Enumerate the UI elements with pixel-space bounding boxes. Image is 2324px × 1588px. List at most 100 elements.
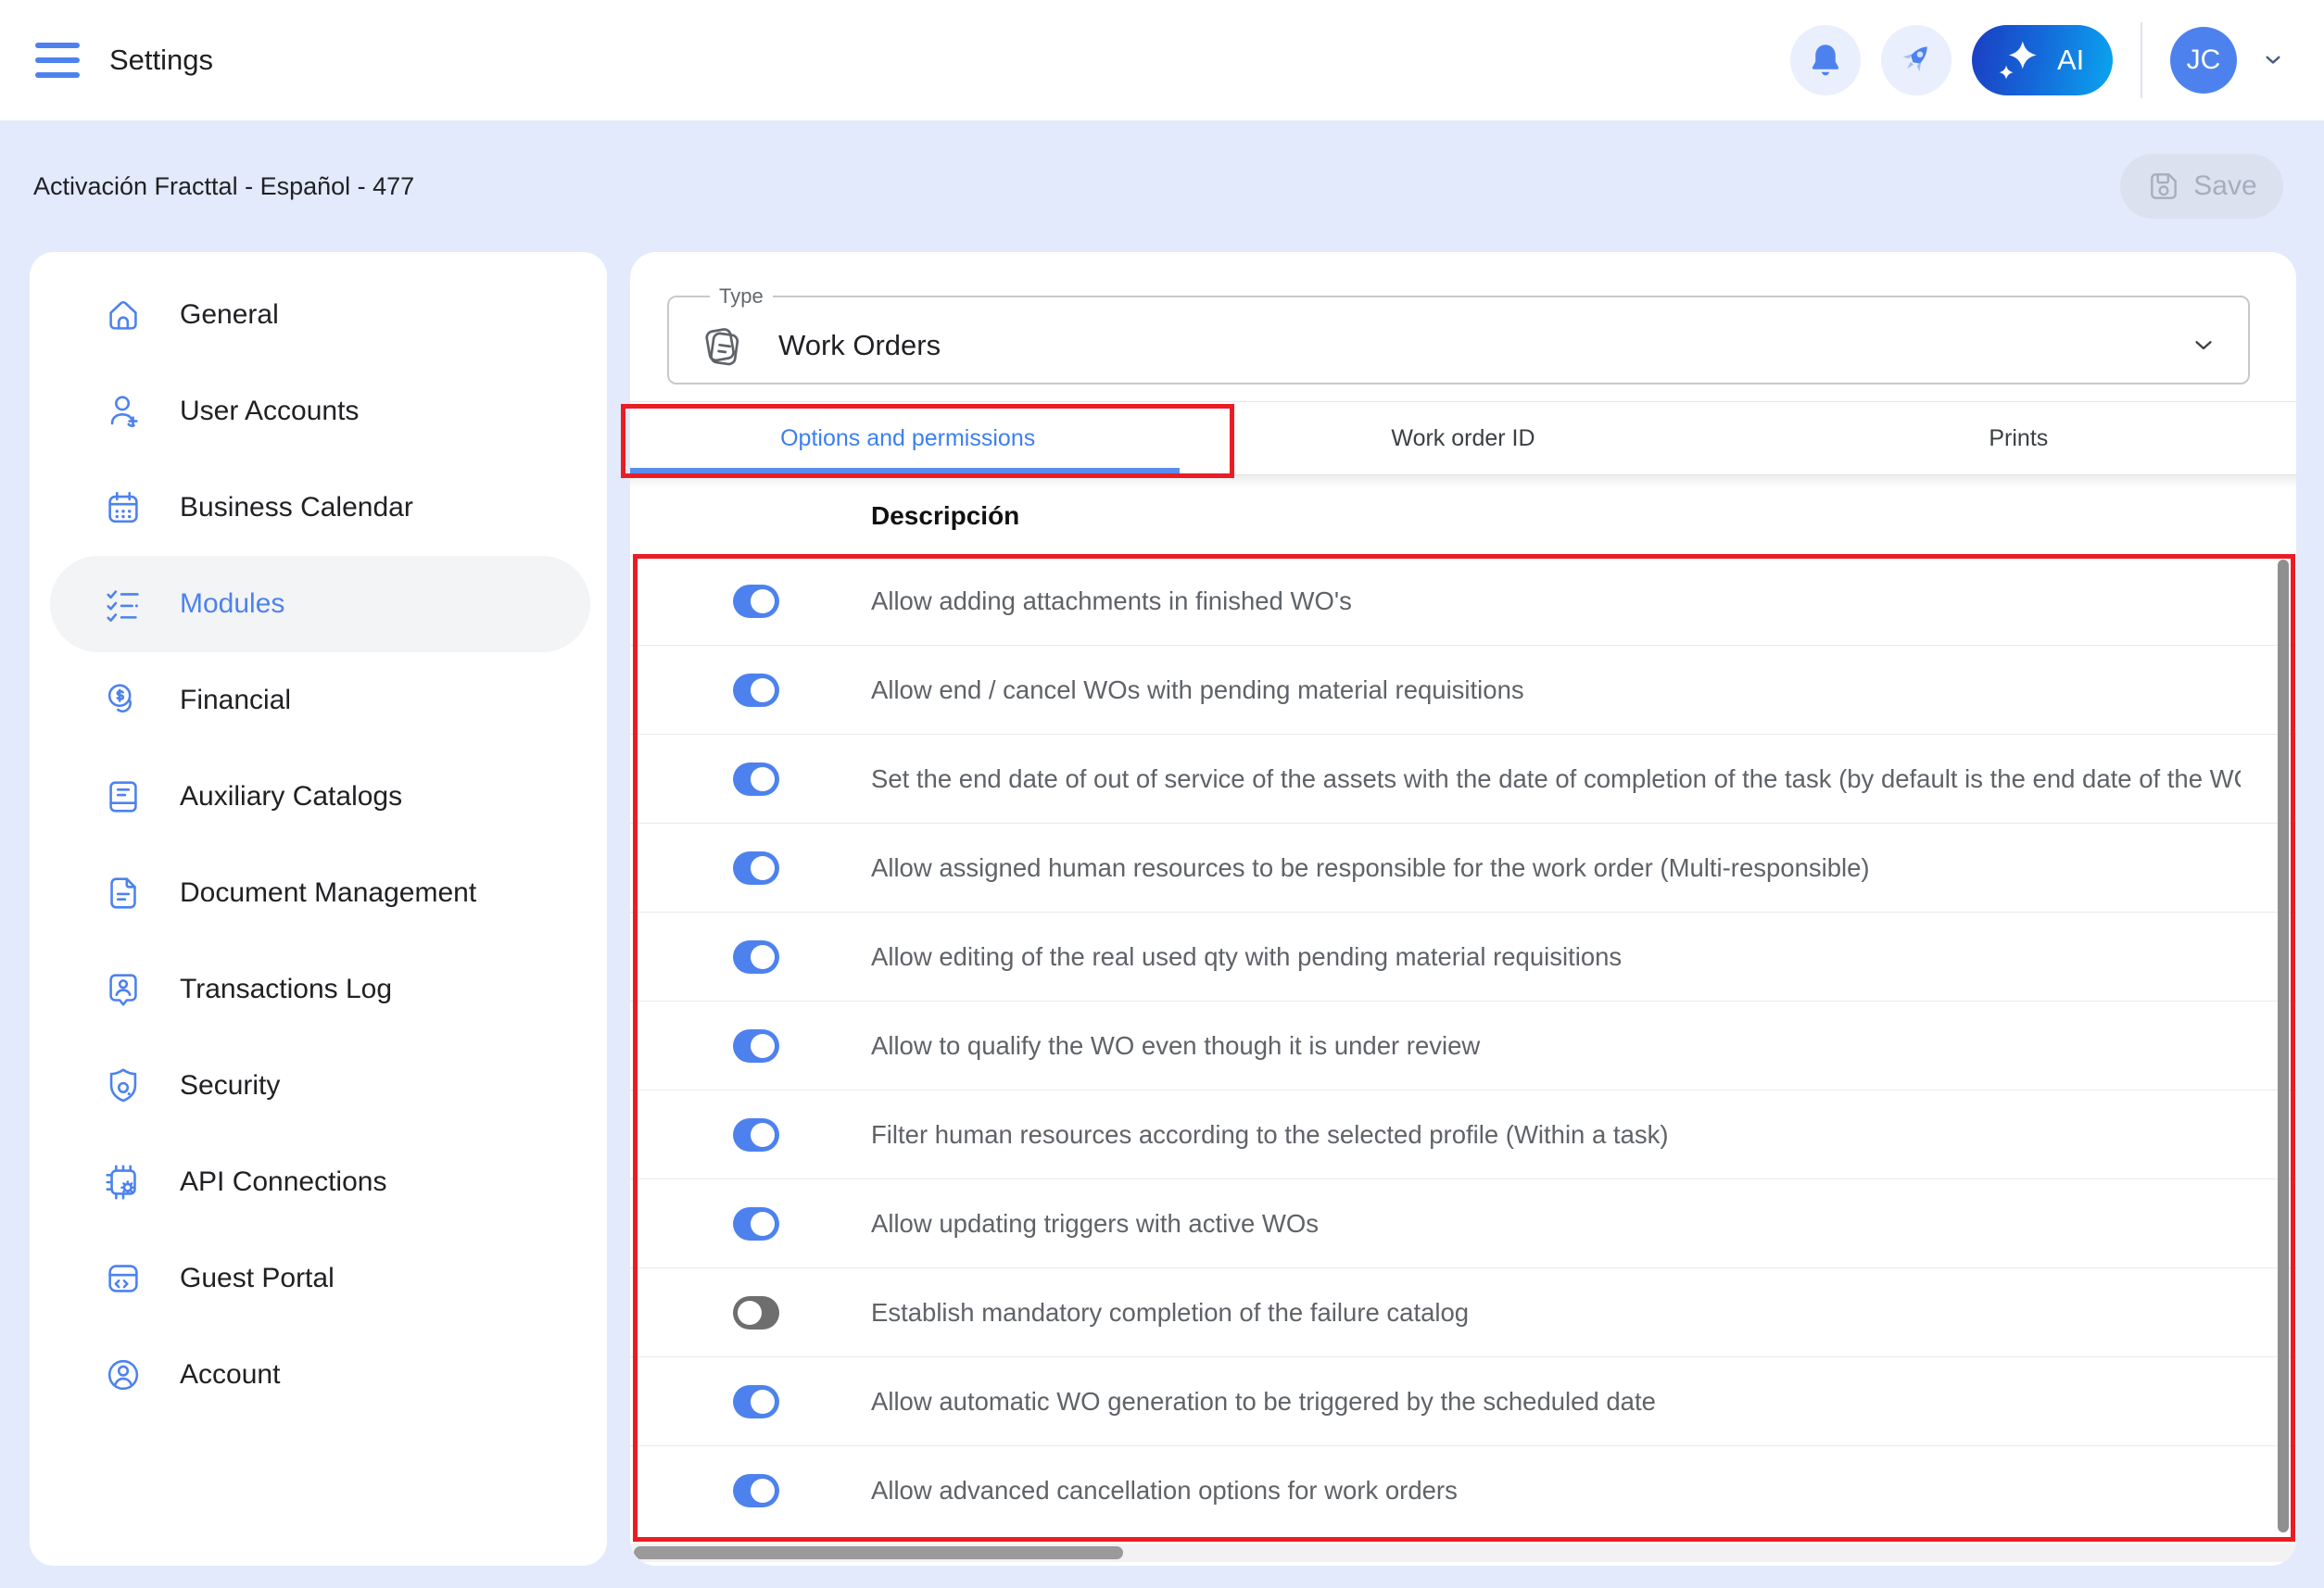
settings-sidebar: General User Accounts Business Calendar … bbox=[30, 252, 607, 1566]
tab-work-order-id[interactable]: Work order ID bbox=[1185, 402, 1740, 474]
sidebar-item-modules[interactable]: Modules bbox=[50, 556, 590, 652]
user-add-icon bbox=[102, 390, 145, 433]
toggle-switch-on[interactable] bbox=[733, 1474, 779, 1507]
sidebar-item-account[interactable]: Account bbox=[50, 1327, 590, 1423]
permission-label: Allow end / cancel WOs with pending mate… bbox=[871, 675, 2241, 705]
document-icon bbox=[102, 872, 145, 914]
toggle-switch-on[interactable] bbox=[733, 940, 779, 974]
toggle-switch-on[interactable] bbox=[733, 674, 779, 707]
header-actions: AI JC bbox=[1790, 22, 2287, 98]
permission-row: Allow adding attachments in finished WO'… bbox=[630, 556, 2296, 645]
sidebar-item-user-accounts[interactable]: User Accounts bbox=[50, 363, 590, 460]
sidebar-item-label: Transactions Log bbox=[180, 974, 392, 1005]
settings-tabs: Options and permissions Work order ID Pr… bbox=[630, 401, 2296, 475]
account-menu-button[interactable] bbox=[2259, 46, 2287, 74]
page-title: Settings bbox=[109, 44, 213, 77]
type-select[interactable]: Type Work Orders bbox=[667, 284, 2250, 384]
horizontal-scrollbar-track[interactable] bbox=[630, 1544, 2296, 1562]
toggle-switch-on[interactable] bbox=[733, 1207, 779, 1241]
permission-label: Allow to qualify the WO even though it i… bbox=[871, 1031, 2241, 1061]
home-icon bbox=[102, 294, 145, 336]
module-settings-panel: Type Work Orders Options and permissions… bbox=[630, 252, 2296, 1566]
header-divider bbox=[2141, 22, 2142, 98]
sidebar-item-business-calendar[interactable]: Business Calendar bbox=[50, 460, 590, 556]
sidebar-item-general[interactable]: General bbox=[50, 267, 590, 363]
sidebar-item-label: Business Calendar bbox=[180, 492, 413, 523]
horizontal-scrollbar-thumb[interactable] bbox=[634, 1546, 1123, 1559]
permission-row: Allow updating triggers with active WOs bbox=[630, 1178, 2296, 1267]
sidebar-item-transactions-log[interactable]: Transactions Log bbox=[50, 941, 590, 1038]
sidebar-item-api-connections[interactable]: API Connections bbox=[50, 1134, 590, 1230]
breadcrumb: Activación Fracttal - Español - 477 bbox=[33, 172, 414, 201]
permission-label: Allow updating triggers with active WOs bbox=[871, 1209, 2241, 1239]
vertical-scrollbar[interactable] bbox=[2278, 560, 2289, 1532]
chip-gear-icon bbox=[102, 1161, 145, 1204]
tab-options-and-permissions[interactable]: Options and permissions bbox=[630, 402, 1185, 474]
sidebar-item-document-management[interactable]: Document Management bbox=[50, 845, 590, 941]
sidebar-item-label: Document Management bbox=[180, 877, 476, 909]
permission-label: Set the end date of out of service of th… bbox=[871, 764, 2241, 794]
tab-prints[interactable]: Prints bbox=[1741, 402, 2296, 474]
sidebar-item-label: Auxiliary Catalogs bbox=[180, 781, 402, 813]
table-header: Descripción bbox=[630, 475, 2296, 556]
permission-row: Allow automatic WO generation to be trig… bbox=[630, 1356, 2296, 1445]
sparkle-icon bbox=[1994, 34, 2046, 86]
ai-assistant-button[interactable]: AI bbox=[1972, 25, 2113, 95]
permission-label: Allow advanced cancellation options for … bbox=[871, 1476, 2241, 1506]
sidebar-item-guest-portal[interactable]: Guest Portal bbox=[50, 1230, 590, 1327]
toggle-switch-on[interactable] bbox=[733, 1029, 779, 1063]
ai-button-label: AI bbox=[2057, 44, 2084, 77]
permission-label: Allow adding attachments in finished WO'… bbox=[871, 586, 2241, 616]
type-field-wrap: Type Work Orders bbox=[630, 252, 2296, 384]
permission-label: Allow editing of the real used qty with … bbox=[871, 942, 2241, 972]
sidebar-item-label: General bbox=[180, 299, 279, 331]
toolbar: Activación Fracttal - Español - 477 Save bbox=[0, 120, 2324, 252]
menu-hamburger-icon[interactable] bbox=[35, 43, 80, 78]
shield-icon bbox=[102, 1065, 145, 1107]
chevron-down-icon bbox=[2259, 46, 2287, 74]
permission-row: Establish mandatory completion of the fa… bbox=[630, 1267, 2296, 1356]
sidebar-item-label: Account bbox=[180, 1359, 280, 1391]
whats-new-button[interactable] bbox=[1881, 25, 1951, 95]
user-avatar[interactable]: JC bbox=[2170, 27, 2237, 94]
permission-label: Allow assigned human resources to be res… bbox=[871, 853, 2241, 883]
type-field-label: Type bbox=[710, 284, 773, 309]
checklist-icon bbox=[102, 583, 145, 625]
chevron-down-icon bbox=[2187, 329, 2220, 362]
save-icon bbox=[2146, 169, 2181, 204]
sidebar-item-label: Modules bbox=[180, 588, 284, 620]
save-button-label: Save bbox=[2193, 170, 2256, 202]
sidebar-item-label: Security bbox=[180, 1070, 280, 1102]
permission-label: Establish mandatory completion of the fa… bbox=[871, 1298, 2241, 1328]
toggle-switch-on[interactable] bbox=[733, 1118, 779, 1152]
toggle-switch-off[interactable] bbox=[733, 1296, 779, 1330]
rocket-icon bbox=[1896, 40, 1937, 81]
sidebar-item-label: User Accounts bbox=[180, 396, 359, 427]
sidebar-item-financial[interactable]: Financial bbox=[50, 652, 590, 749]
permission-row: Filter human resources according to the … bbox=[630, 1090, 2296, 1178]
permission-row: Allow end / cancel WOs with pending mate… bbox=[630, 645, 2296, 734]
notifications-button[interactable] bbox=[1790, 25, 1861, 95]
permission-row: Allow advanced cancellation options for … bbox=[630, 1445, 2296, 1534]
bell-icon bbox=[1806, 41, 1845, 80]
sidebar-item-label: Financial bbox=[180, 685, 291, 716]
sidebar-item-label: Guest Portal bbox=[180, 1263, 335, 1294]
permission-row: Allow editing of the real used qty with … bbox=[630, 912, 2296, 1001]
type-field-value: Work Orders bbox=[778, 329, 941, 362]
permission-row: Set the end date of out of service of th… bbox=[630, 734, 2296, 823]
toggle-switch-on[interactable] bbox=[733, 851, 779, 885]
work-order-type-icon bbox=[697, 321, 747, 371]
person-circle-icon bbox=[102, 1354, 145, 1396]
browser-code-icon bbox=[102, 1257, 145, 1300]
toggle-switch-on[interactable] bbox=[733, 585, 779, 618]
toggle-switch-on[interactable] bbox=[733, 1385, 779, 1418]
sidebar-item-security[interactable]: Security bbox=[50, 1038, 590, 1134]
description-column-header: Descripción bbox=[871, 501, 1019, 531]
save-button[interactable]: Save bbox=[2120, 154, 2283, 219]
toggle-switch-on[interactable] bbox=[733, 762, 779, 796]
permissions-list: Allow adding attachments in finished WO'… bbox=[630, 556, 2296, 1534]
permission-label: Filter human resources according to the … bbox=[871, 1120, 2241, 1150]
sidebar-item-auxiliary-catalogs[interactable]: Auxiliary Catalogs bbox=[50, 749, 590, 845]
person-badge-icon bbox=[102, 968, 145, 1011]
app-header: Settings AI bbox=[0, 0, 2324, 120]
